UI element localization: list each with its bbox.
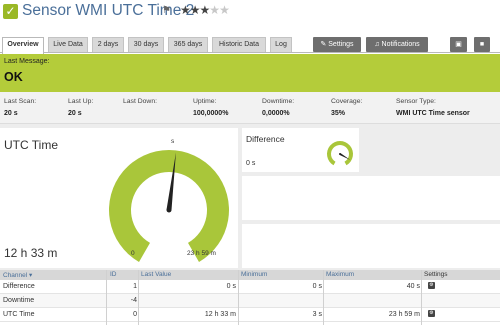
gauge-hub: [166, 207, 172, 213]
cell-last-value: 12 h 33 m: [204, 311, 236, 318]
difference-gauge: [327, 141, 353, 166]
star-empty-icon[interactable]: ★: [209, 3, 220, 17]
cell-channel: UTC Time: [3, 311, 35, 318]
cell-minimum: 0 s: [312, 283, 322, 290]
tab-log[interactable]: Log: [270, 37, 292, 52]
header-channel[interactable]: Channel ▾: [3, 271, 32, 279]
flag-icon[interactable]: ⚑: [162, 5, 171, 16]
stat-value: 0,0000%: [262, 110, 290, 117]
gear-icon[interactable]: ⚙: [428, 282, 435, 289]
bell-icon: ♫: [374, 41, 380, 48]
stat-uptime: Uptime: 100,0000%: [193, 98, 228, 117]
stat-last-scan: Last Scan: 20 s: [4, 98, 36, 117]
table-row[interactable]: UTC Time 0 12 h 33 m 3 s 23 h 59 m ⚙: [0, 308, 500, 322]
last-message-text: OK: [4, 70, 23, 84]
table-row[interactable]: Difference 1 0 s 0 s 40 s ⚙: [0, 280, 500, 294]
star-empty-icon[interactable]: ★: [219, 3, 230, 17]
table-header: Channel ▾ ID Last Value Minimum Maximum …: [0, 270, 500, 280]
checkmark-icon: ✓: [3, 4, 18, 19]
screen-icon[interactable]: ▣: [450, 37, 467, 52]
stat-downtime: Downtime: 0,0000%: [262, 98, 294, 117]
gauge-top-label: s: [171, 138, 175, 145]
empty-panel: [242, 176, 500, 220]
empty-panel: [242, 224, 500, 268]
tab-2-days[interactable]: 2 days: [92, 37, 124, 52]
column-divider: [323, 270, 324, 325]
trash-icon[interactable]: ■: [474, 37, 490, 52]
gauge-max-label: 23 h 59 m: [187, 250, 216, 257]
settings-button[interactable]: ✎ Settings: [313, 37, 361, 52]
stat-value: 20 s: [68, 110, 82, 117]
priority-stars[interactable]: ★★★★★: [180, 3, 230, 17]
stat-label: Uptime:: [193, 98, 217, 105]
stat-label: Sensor Type:: [396, 98, 436, 105]
stat-label: Last Scan:: [4, 98, 37, 105]
difference-panel: Difference 0 s: [242, 128, 359, 172]
channel-table: Channel ▾ ID Last Value Minimum Maximum …: [0, 270, 500, 325]
header-maximum[interactable]: Maximum: [326, 271, 354, 278]
header-id[interactable]: ID: [110, 271, 117, 278]
tab-historic-data[interactable]: Historic Data: [212, 37, 266, 52]
cell-channel: Downtime: [3, 297, 35, 304]
column-divider: [421, 270, 422, 325]
sort-down-icon: ▾: [29, 272, 33, 279]
star-filled-icon[interactable]: ★: [200, 3, 211, 17]
cell-maximum: 40 s: [406, 283, 420, 290]
header-minimum[interactable]: Minimum: [241, 271, 267, 278]
stat-label: Last Up:: [68, 98, 94, 105]
column-divider: [238, 270, 239, 325]
stat-label: Coverage:: [331, 98, 363, 105]
settings-label: Settings: [328, 41, 354, 48]
cell-maximum: 23 h 59 m: [388, 311, 420, 318]
stat-value: 35%: [331, 110, 346, 117]
tab-bar: Overview Live Data 2 days 30 days 365 da…: [0, 37, 500, 54]
stat-value: 20 s: [4, 110, 18, 117]
table-row[interactable]: Downtime -4: [0, 294, 500, 308]
last-message-box: Last Message: OK: [0, 54, 500, 92]
wrench-icon: ✎: [320, 41, 327, 48]
stat-label: Last Down:: [123, 98, 158, 105]
tab-live-data[interactable]: Live Data: [48, 37, 88, 52]
stat-label: Downtime:: [262, 98, 295, 105]
difference-value: 0 s: [246, 160, 256, 167]
stat-last-up: Last Up: 20 s: [68, 98, 93, 117]
stats-bar: Last Scan: 20 s Last Up: 20 s Last Down:…: [0, 92, 500, 124]
header-last-value[interactable]: Last Value: [141, 271, 171, 278]
last-message-label: Last Message:: [4, 58, 50, 65]
column-divider: [106, 270, 107, 325]
column-divider: [138, 270, 139, 325]
header-label: Channel: [3, 272, 28, 279]
tab-overview[interactable]: Overview: [2, 37, 44, 54]
stat-last-down: Last Down:: [123, 98, 157, 110]
gear-icon[interactable]: ⚙: [428, 310, 435, 317]
cell-last-value: 0 s: [226, 283, 236, 290]
notifications-button[interactable]: ♫ Notifications: [366, 37, 428, 52]
utc-time-value: 12 h 33 m: [4, 246, 58, 260]
star-filled-icon[interactable]: ★: [180, 3, 191, 17]
stat-coverage: Coverage: 35%: [331, 98, 362, 117]
gauge-panels: UTC Time s 0 23 h 59 m 12 h 33 m Differe…: [0, 124, 500, 270]
gauge-hub: [339, 153, 341, 155]
gauge-min-label: 0: [131, 250, 135, 257]
cell-channel: Difference: [3, 283, 35, 290]
notifications-label: Notifications: [381, 41, 420, 48]
stat-value: WMI UTC Time sensor: [396, 110, 470, 117]
header-settings: Settings: [424, 271, 448, 278]
star-filled-icon[interactable]: ★: [190, 3, 201, 17]
tab-365-days[interactable]: 365 days: [168, 37, 208, 52]
sensor-header: ✓ Sensor WMI UTC Time 2 ⚑ ★★★★★: [0, 0, 500, 26]
tab-30-days[interactable]: 30 days: [128, 37, 164, 52]
stat-sensor-type: Sensor Type: WMI UTC Time sensor: [396, 98, 470, 117]
utc-time-panel: UTC Time s 0 23 h 59 m 12 h 33 m: [0, 128, 238, 268]
stat-value: 100,0000%: [193, 110, 229, 117]
cell-minimum: 3 s: [312, 311, 322, 318]
